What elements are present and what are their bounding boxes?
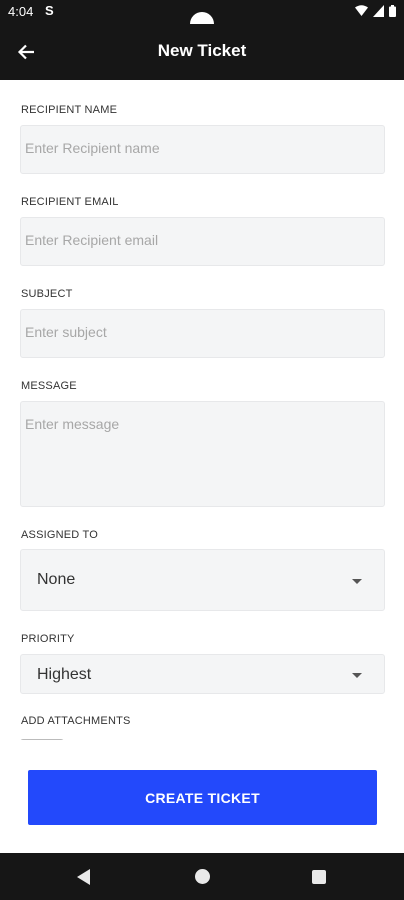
message-placeholder: Enter message [25, 416, 120, 432]
priority-value: Highest [37, 666, 92, 683]
priority-label: PRIORITY [21, 633, 75, 645]
add-attachment-button[interactable] [20, 739, 64, 740]
nav-recents-icon[interactable] [312, 870, 326, 884]
status-time: 4:04 [8, 4, 34, 19]
add-attachments-label: ADD ATTACHMENTS [21, 715, 131, 727]
subject-placeholder: Enter subject [25, 324, 107, 340]
page-title: New Ticket [157, 41, 247, 60]
app-bar: New Ticket [0, 24, 404, 80]
assigned-to-value: None [37, 571, 76, 588]
recipient-name-label: RECIPIENT NAME [21, 104, 118, 116]
priority-select[interactable]: Highest [20, 654, 385, 694]
dropdown-caret-icon [352, 579, 362, 584]
signal-icon [373, 5, 384, 17]
app-notification-icon: S [45, 3, 54, 18]
message-textarea[interactable]: Enter message [20, 401, 385, 507]
recipient-name-input[interactable]: Enter Recipient name [20, 125, 385, 174]
assigned-to-label: ASSIGNED TO [21, 529, 98, 541]
subject-label: SUBJECT [21, 288, 73, 300]
message-label: MESSAGE [21, 380, 77, 392]
dropdown-caret-icon [352, 673, 362, 678]
battery-icon [389, 5, 396, 17]
system-nav-bar [0, 853, 404, 900]
recipient-email-label: RECIPIENT EMAIL [21, 196, 119, 208]
recipient-name-placeholder: Enter Recipient name [25, 140, 160, 156]
create-ticket-button[interactable]: CREATE TICKET [28, 770, 377, 825]
new-ticket-form: RECIPIENT NAME Enter Recipient name RECI… [0, 80, 404, 740]
subject-input[interactable]: Enter subject [20, 309, 385, 358]
status-icons [355, 5, 396, 17]
recipient-email-input[interactable]: Enter Recipient email [20, 217, 385, 266]
wifi-icon [355, 5, 368, 16]
nav-back-icon[interactable] [77, 869, 90, 885]
assigned-to-select[interactable]: None [20, 549, 385, 611]
recipient-email-placeholder: Enter Recipient email [25, 232, 159, 248]
nav-home-icon[interactable] [195, 869, 210, 884]
